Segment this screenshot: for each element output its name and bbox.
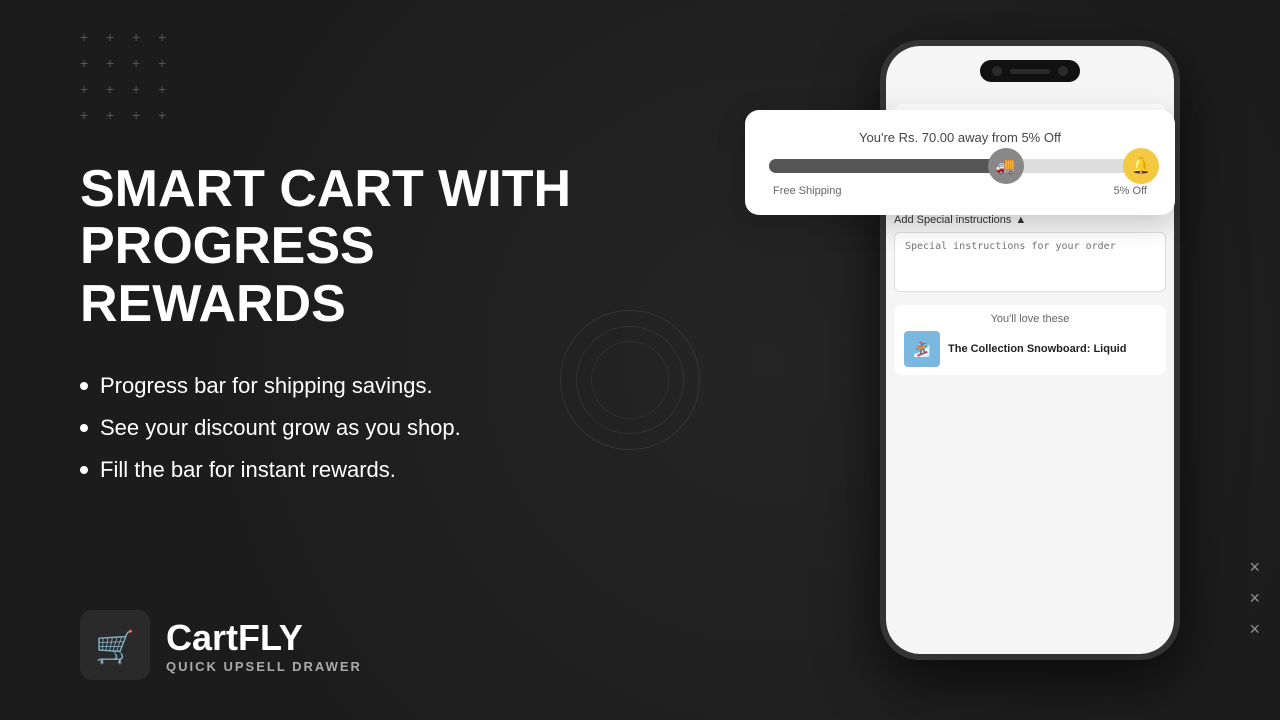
bell-icon: 🔔: [1123, 148, 1159, 184]
progress-card: You're Rs. 70.00 away from 5% Off 🚚 🔔 Fr…: [745, 110, 1175, 215]
cart-logo-icon: 🛒: [80, 610, 150, 680]
label-five-percent: 5% Off: [1114, 185, 1147, 197]
speaker: [1010, 69, 1050, 74]
close-icon-3[interactable]: ×: [1249, 619, 1260, 640]
chevron-up-icon: ▲: [1015, 214, 1026, 226]
phone-notch: [980, 60, 1080, 82]
bullet-dot: [80, 466, 88, 474]
logo-area: 🛒 CartFLY QUICK UPSELL DRAWER: [80, 610, 362, 680]
front-camera: [992, 66, 1002, 76]
truck-icon: 🚚: [988, 148, 1024, 184]
logo-text: CartFLY QUICK UPSELL DRAWER: [166, 617, 362, 674]
bullet-dot: [80, 382, 88, 390]
close-icon-1[interactable]: ×: [1249, 557, 1260, 578]
list-item: Progress bar for shipping savings.: [80, 373, 640, 399]
upsell-section: You'll love these 🏂 The Collection Snowb…: [894, 305, 1166, 375]
logo-tagline: QUICK UPSELL DRAWER: [166, 659, 362, 674]
list-item: See your discount grow as you shop.: [80, 415, 640, 441]
progress-labels: Free Shipping 5% Off: [769, 185, 1151, 197]
svg-text:🛒: 🛒: [95, 629, 135, 665]
progress-bar: 🚚 🔔: [769, 159, 1151, 173]
upsell-item-image: 🏂: [904, 331, 940, 367]
bullet-dot: [80, 424, 88, 432]
upsell-item-name: The Collection Snowboard: Liquid: [948, 343, 1126, 355]
close-icons: × × ×: [1249, 557, 1260, 640]
logo-name: CartFLY: [166, 617, 362, 659]
list-item: Fill the bar for instant rewards.: [80, 457, 640, 483]
label-free-shipping: Free Shipping: [773, 185, 842, 197]
upsell-title: You'll love these: [904, 313, 1156, 325]
face-sensor: [1058, 66, 1068, 76]
right-panel: You're Rs. 70.00 away from 5% Off 🚚 🔔 Fr…: [640, 0, 1280, 720]
special-instructions-textarea[interactable]: [894, 232, 1166, 292]
feature-list: Progress bar for shipping savings. See y…: [80, 373, 640, 499]
close-icon-2[interactable]: ×: [1249, 588, 1260, 609]
special-instructions-toggle[interactable]: Add Special instructions ▲: [894, 214, 1166, 226]
page-title: SMART CART WITH PROGRESS REWARDS: [80, 161, 640, 333]
progress-message: You're Rs. 70.00 away from 5% Off: [769, 130, 1151, 145]
upsell-item: 🏂 The Collection Snowboard: Liquid: [904, 331, 1156, 367]
progress-fill: [769, 159, 1006, 173]
